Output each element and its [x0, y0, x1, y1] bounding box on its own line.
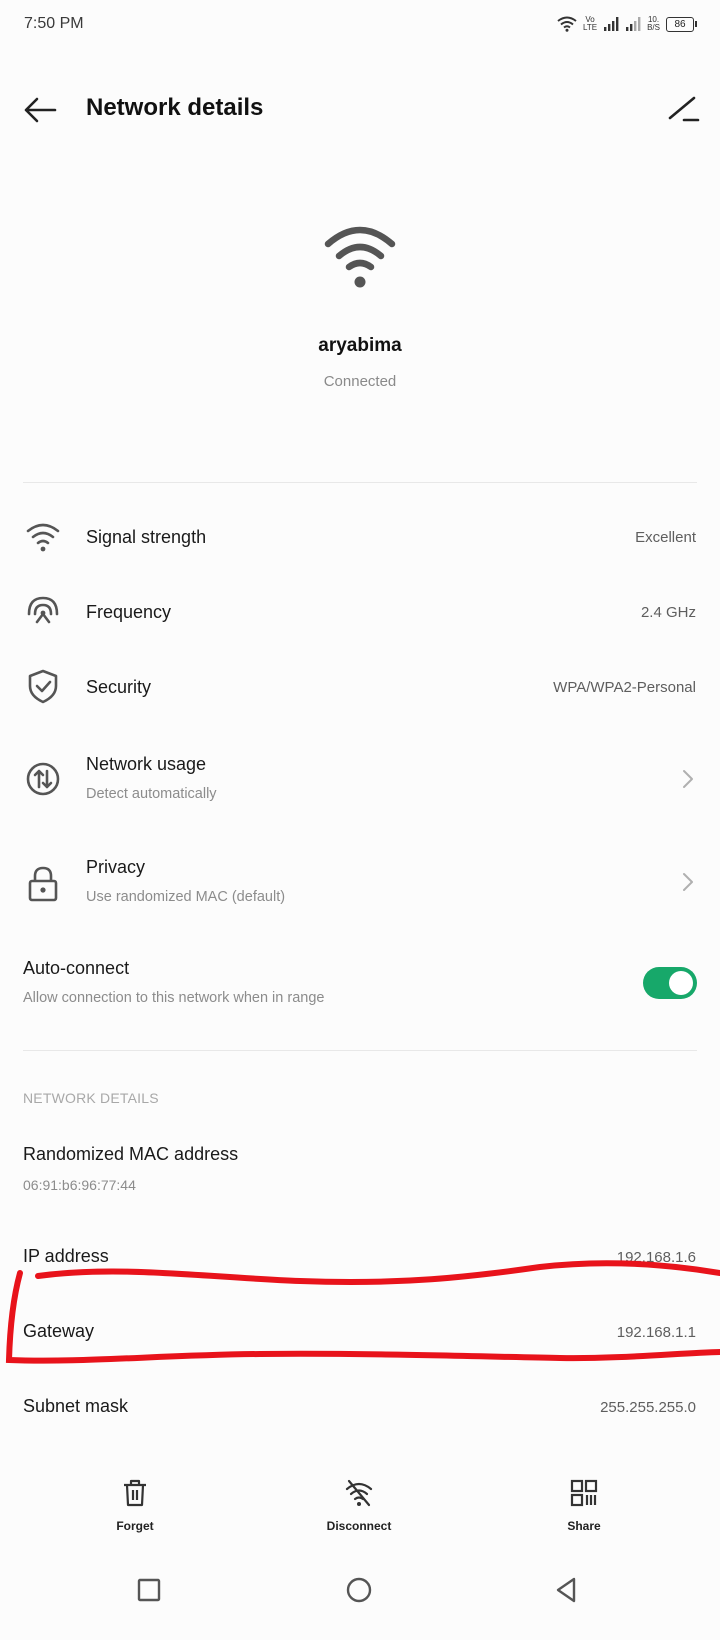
subnet-mask-value: 255.255.255.0: [600, 1399, 696, 1416]
forget-label: Forget: [116, 1519, 154, 1533]
triangle-back-icon: [556, 1577, 576, 1603]
wifi-off-icon: [345, 1479, 373, 1507]
wifi-large-icon: [324, 226, 396, 288]
edit-icon: [668, 96, 700, 122]
wifi-signal-icon: [26, 523, 60, 552]
network-usage-label: Network usage: [86, 754, 207, 774]
page-title: Network details: [86, 94, 264, 121]
home-button[interactable]: [339, 1570, 379, 1610]
frequency-label: Frequency: [86, 602, 172, 622]
frequency-icon: [27, 596, 59, 624]
trash-icon: [124, 1479, 146, 1507]
status-icons: Vo LTE 10. B/S 86: [557, 14, 697, 34]
back-arrow-icon: [24, 97, 57, 123]
toggle-knob: [669, 971, 693, 995]
disconnect-label: Disconnect: [326, 1519, 392, 1533]
connection-status: Connected: [323, 373, 397, 390]
frequency-value: 2.4 GHz: [640, 604, 696, 621]
security-value: WPA/WPA2-Personal: [553, 679, 696, 696]
shield-check-icon: [28, 669, 58, 704]
volte-bottom: LTE: [583, 23, 598, 32]
qr-code-icon: [570, 1479, 598, 1507]
divider: [23, 1050, 697, 1051]
data-usage-icon: [26, 762, 60, 796]
circle-icon: [346, 1577, 372, 1603]
auto-connect-sub: Allow connection to this network when in…: [23, 990, 325, 1006]
mac-address-value: 06:91:b6:96:77:44: [23, 1177, 136, 1193]
security-row: Security WPA/WPA2-Personal: [0, 653, 720, 723]
signal-strength-row: Signal strength Excellent: [0, 503, 720, 573]
network-name: aryabima: [318, 335, 402, 356]
red-annotation-scribble: [5, 1260, 720, 1364]
signal-strength-value: Excellent: [635, 529, 696, 546]
network-usage-row[interactable]: Network usage Detect automatically: [0, 740, 720, 825]
security-label: Security: [86, 677, 152, 697]
chevron-right-icon: [683, 873, 693, 891]
section-header: NETWORK DETAILS: [23, 1090, 159, 1106]
cell-signal-2-icon: [626, 17, 641, 31]
square-icon: [137, 1578, 161, 1602]
share-button[interactable]: Share: [524, 1478, 644, 1548]
back-button[interactable]: [22, 92, 58, 128]
privacy-row[interactable]: Privacy Use randomized MAC (default): [0, 843, 720, 928]
privacy-label: Privacy: [86, 857, 146, 877]
recent-apps-button[interactable]: [129, 1570, 169, 1610]
privacy-sub: Use randomized MAC (default): [86, 889, 286, 905]
divider: [23, 482, 697, 483]
network-speed: 10. B/S: [647, 16, 660, 32]
wifi-status-icon: [557, 16, 577, 32]
signal-strength-label: Signal strength: [86, 527, 207, 547]
volte-indicator: Vo LTE: [583, 16, 597, 32]
frequency-row: Frequency 2.4 GHz: [0, 578, 720, 648]
auto-connect-label: Auto-connect: [23, 958, 130, 978]
mac-address-label: Randomized MAC address: [23, 1144, 239, 1164]
cell-signal-icon: [604, 17, 619, 31]
speed-bottom: B/S: [647, 23, 660, 32]
edit-button[interactable]: [666, 92, 702, 128]
chevron-right-icon: [683, 770, 693, 788]
nav-back-button[interactable]: [547, 1570, 587, 1610]
network-usage-sub: Detect automatically: [86, 786, 217, 802]
subnet-mask-label: Subnet mask: [23, 1396, 129, 1416]
battery-icon: 86: [666, 16, 697, 32]
disconnect-button[interactable]: Disconnect: [299, 1478, 419, 1548]
auto-connect-toggle[interactable]: [643, 967, 697, 999]
lock-icon: [28, 866, 58, 902]
share-label: Share: [567, 1519, 601, 1533]
status-time: 7:50 PM: [24, 15, 84, 32]
forget-button[interactable]: Forget: [75, 1478, 195, 1548]
